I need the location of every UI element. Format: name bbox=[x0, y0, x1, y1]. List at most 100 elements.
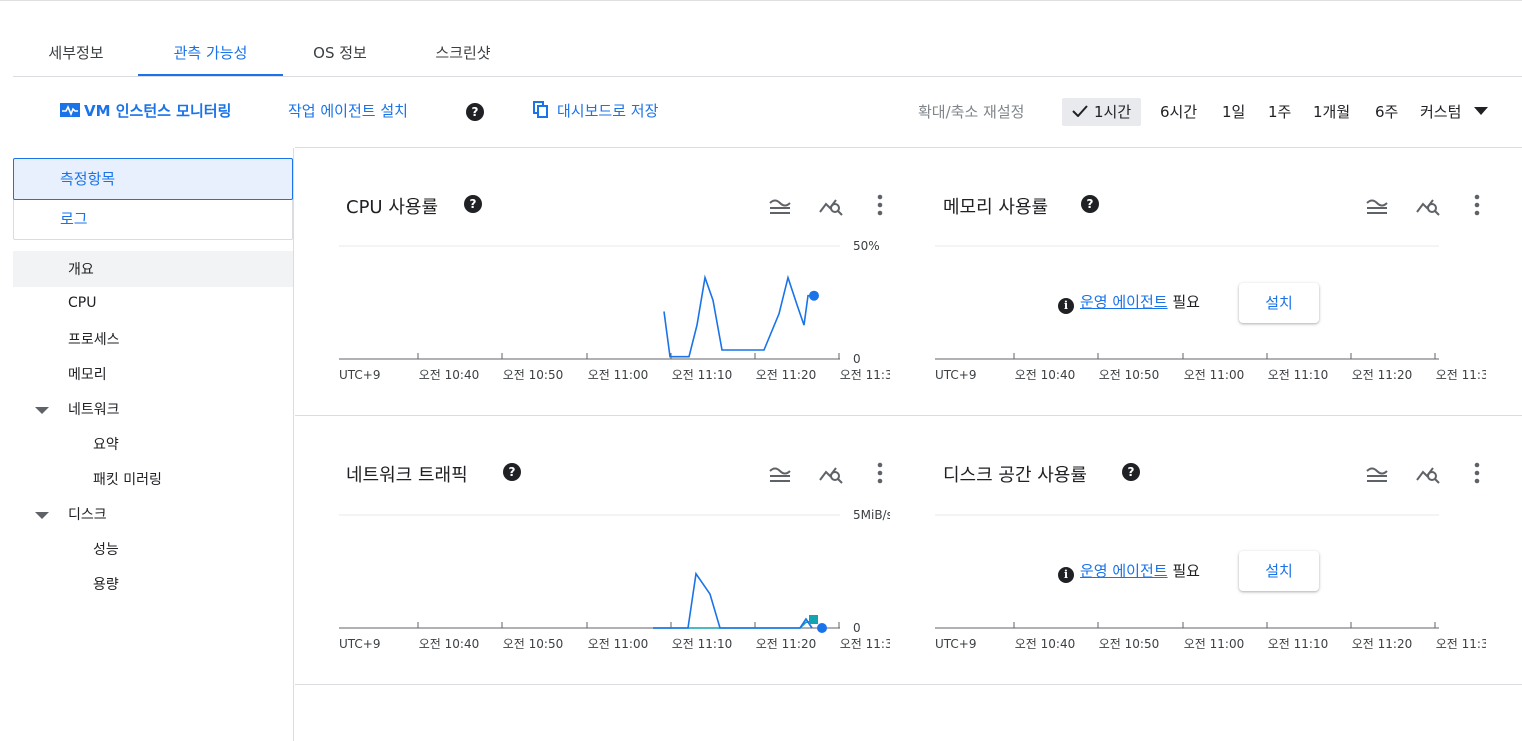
disk-more-icon[interactable] bbox=[1464, 460, 1490, 486]
x-axis-tick-label: 오전 10:40 bbox=[1015, 368, 1075, 382]
range-1w[interactable]: 1주 bbox=[1268, 98, 1291, 126]
cpu-y-top-label: 50% bbox=[853, 239, 880, 253]
network-help-icon[interactable]: ? bbox=[503, 463, 521, 481]
x-axis-tick-label: 오전 11:20 bbox=[756, 368, 816, 382]
save-dashboard-link[interactable]: 대시보드로 저장 bbox=[533, 100, 658, 122]
nav-processes[interactable]: 프로세스 bbox=[68, 329, 120, 349]
range-custom[interactable]: 커스텀 bbox=[1420, 98, 1489, 126]
tab-observability[interactable]: 관측 가능성 bbox=[138, 40, 283, 76]
memory-install-button[interactable]: 설치 bbox=[1239, 283, 1319, 323]
nav-disk[interactable]: 디스크 bbox=[68, 504, 107, 524]
cpu-y-bottom-label: 0 bbox=[853, 352, 861, 366]
x-axis-tick-label: 오전 11:30 bbox=[840, 637, 890, 651]
range-6w[interactable]: 6주 bbox=[1375, 98, 1398, 126]
info-icon: i bbox=[1058, 298, 1074, 314]
memory-chart: UTC+9 오전 10:40 오전 10:50 오전 11:00 오전 11:10 오전 … bbox=[935, 245, 1486, 382]
copy-icon bbox=[533, 101, 548, 118]
disk-agent-notice: i 운영 에이전트 필요 bbox=[1058, 560, 1200, 583]
range-1m[interactable]: 1개월 bbox=[1313, 98, 1350, 126]
nav-cpu[interactable]: CPU bbox=[68, 295, 96, 311]
vm-monitoring-link[interactable]: VM 인스턴스 모니터링 bbox=[60, 100, 231, 122]
network-series-2-line bbox=[653, 620, 815, 629]
install-agent-link[interactable]: 작업 에이전트 설치 bbox=[288, 100, 408, 122]
ops-agent-link[interactable]: 운영 에이전트 bbox=[1080, 293, 1168, 311]
notice-suffix: 필요 bbox=[1172, 293, 1200, 311]
cpu-help-icon[interactable]: ? bbox=[464, 195, 482, 213]
x-axis-tick-label: 오전 11:30 bbox=[840, 368, 890, 382]
tab-details[interactable]: 세부정보 bbox=[28, 40, 124, 76]
segment-metrics[interactable] bbox=[13, 158, 293, 200]
expand-network-icon[interactable] bbox=[35, 407, 49, 414]
x-axis-tick-label: 오전 11:00 bbox=[1184, 368, 1244, 382]
nav-memory[interactable]: 메모리 bbox=[68, 364, 107, 384]
nav-overview[interactable]: 개요 bbox=[68, 259, 94, 279]
x-axis-tick-label: 오전 10:50 bbox=[503, 368, 563, 382]
range-custom-label: 커스텀 bbox=[1420, 103, 1462, 121]
x-axis-timezone-label: UTC+9 bbox=[935, 368, 976, 382]
network-series-1-line bbox=[653, 571, 813, 629]
tab-os-info[interactable]: OS 정보 bbox=[295, 40, 385, 76]
range-6h[interactable]: 6시간 bbox=[1160, 98, 1197, 126]
memory-help-icon[interactable]: ? bbox=[1081, 195, 1099, 213]
segment-logs[interactable]: 로그 bbox=[60, 208, 88, 229]
cpu-more-icon[interactable] bbox=[867, 192, 893, 218]
cpu-card-title: CPU 사용률 bbox=[346, 197, 438, 218]
network-explore-icon[interactable] bbox=[818, 460, 844, 486]
x-axis-timezone-label: UTC+9 bbox=[935, 637, 976, 651]
cpu-explore-icon[interactable] bbox=[818, 192, 844, 218]
x-axis-tick-label: 오전 11:20 bbox=[1352, 637, 1412, 651]
card-row-divider-bottom bbox=[295, 684, 1522, 685]
reset-zoom-button[interactable]: 확대/축소 재설정 bbox=[918, 98, 1024, 126]
network-y-bottom-label: 0 bbox=[853, 621, 861, 635]
nav-packet-mirroring[interactable]: 패킷 미러링 bbox=[93, 469, 162, 489]
monitoring-icon bbox=[60, 103, 80, 117]
tab-screenshot[interactable]: 스크린샷 bbox=[413, 40, 513, 76]
x-axis-tick-label: 오전 10:50 bbox=[1099, 637, 1159, 651]
disk-help-icon[interactable]: ? bbox=[1122, 463, 1140, 481]
card-row-divider bbox=[295, 415, 1522, 416]
network-series-2-endpoint bbox=[809, 615, 818, 624]
x-axis-tick-label: 오전 11:10 bbox=[1268, 368, 1328, 382]
disk-install-button[interactable]: 설치 bbox=[1239, 551, 1319, 591]
x-axis-tick-label: 오전 10:50 bbox=[1099, 368, 1159, 382]
network-card-title: 네트워크 트래픽 bbox=[346, 465, 468, 486]
top-divider bbox=[0, 0, 1522, 1]
ops-agent-link[interactable]: 운영 에이전트 bbox=[1080, 562, 1168, 580]
cpu-legend-icon[interactable] bbox=[767, 192, 793, 218]
network-legend-icon[interactable] bbox=[767, 460, 793, 486]
memory-agent-notice: i 운영 에이전트 필요 bbox=[1058, 291, 1200, 314]
nav-disk-performance[interactable]: 성능 bbox=[93, 539, 119, 559]
cpu-series-line bbox=[663, 274, 814, 358]
disk-card-title: 디스크 공간 사용률 bbox=[943, 465, 1087, 486]
x-axis-tick-label: 오전 10:40 bbox=[1015, 637, 1075, 651]
x-axis-tick-label: 오전 10:50 bbox=[503, 637, 563, 651]
disk-explore-icon[interactable] bbox=[1415, 460, 1441, 486]
help-icon[interactable]: ? bbox=[466, 103, 484, 121]
nav-network[interactable]: 네트워크 bbox=[68, 399, 120, 419]
x-axis-tick-label: 오전 11:00 bbox=[588, 637, 648, 651]
expand-disk-icon[interactable] bbox=[35, 512, 49, 519]
range-1h[interactable]: 1시간 bbox=[1062, 98, 1142, 126]
segment-metrics-label[interactable]: 측정항목 bbox=[60, 168, 115, 189]
x-axis-tick-label: 오전 11:10 bbox=[1268, 637, 1328, 651]
network-chart[interactable]: 5MiB/s 0 UTC+9 오전 10:40 오전 10:50 오전 11:00 오전… bbox=[330, 498, 890, 658]
range-1d[interactable]: 1일 bbox=[1222, 98, 1245, 126]
disk-legend-icon[interactable] bbox=[1364, 460, 1390, 486]
info-icon: i bbox=[1058, 567, 1074, 583]
nav-network-summary[interactable]: 요약 bbox=[93, 434, 119, 454]
disk-chart: UTC+9 오전 10:40 오전 10:50 오전 11:00 오전 11:10 오전 … bbox=[935, 514, 1486, 651]
toolbar-divider bbox=[295, 147, 1522, 148]
network-more-icon[interactable] bbox=[867, 460, 893, 486]
sidebar-divider bbox=[293, 148, 294, 741]
memory-explore-icon[interactable] bbox=[1415, 192, 1441, 218]
x-axis-tick-label: 오전 11:10 bbox=[672, 368, 732, 382]
dropdown-caret-icon bbox=[1474, 107, 1489, 115]
cpu-series-endpoint bbox=[809, 290, 819, 301]
x-axis-tick-label: 오전 10:40 bbox=[419, 637, 479, 651]
x-axis-timezone-label: UTC+9 bbox=[339, 368, 380, 382]
memory-more-icon[interactable] bbox=[1464, 192, 1490, 218]
nav-disk-capacity[interactable]: 용량 bbox=[93, 574, 119, 594]
x-axis-tick-label: 오전 11:00 bbox=[588, 368, 648, 382]
cpu-chart[interactable]: 50% 0 UTC+9 오전 10:40 오전 10:50 오전 11:00 오전 11… bbox=[330, 230, 890, 390]
memory-legend-icon[interactable] bbox=[1364, 192, 1390, 218]
